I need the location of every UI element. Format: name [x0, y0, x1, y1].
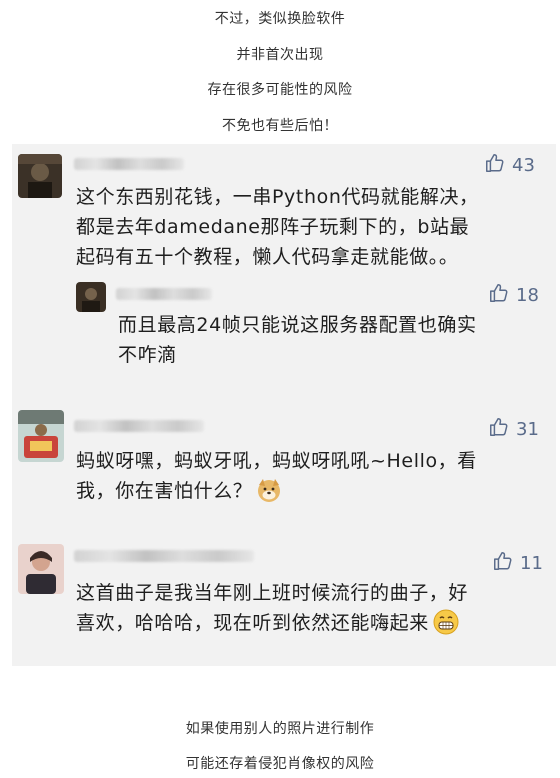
outro-line-2: 可能还存着侵犯肖像权的风险 [185, 756, 375, 772]
like-count: 43 [512, 155, 535, 176]
username-blurred[interactable] [74, 158, 184, 170]
avatar[interactable] [18, 410, 64, 462]
comment-text: 而且最高24帧只能说这服务器配置也确实 不咋滴 [118, 314, 477, 366]
intro-line-4: 不免也有些后怕！ [222, 118, 338, 134]
username-blurred[interactable] [116, 288, 212, 300]
doge-emoji-icon [256, 477, 282, 512]
outro-line-1: 如果使用别人的照片进行制作 [185, 721, 375, 737]
intro-line-2: 并非首次出现 [236, 47, 324, 63]
comment-text: 蚂蚁呀嘿，蚂蚁牙吼，蚂蚁呀吼吼~Hello，看 我，你在害怕什么？ [76, 446, 477, 512]
like-button[interactable]: 11 [492, 550, 543, 577]
username-blurred[interactable] [74, 420, 204, 432]
like-button[interactable]: 31 [488, 416, 539, 443]
username-blurred[interactable] [74, 550, 254, 562]
comment-text: 这首曲子是我当年刚上班时候流行的曲子，好 喜欢，哈哈哈，现在听到依然还能嗨起来 [76, 578, 468, 644]
thumbs-up-icon [492, 550, 514, 577]
like-button[interactable]: 43 [484, 152, 535, 179]
avatar[interactable] [18, 544, 64, 594]
comments-screenshot: 43 这个东西别花钱，一串Python代码就能解决， 都是去年damedane那… [12, 144, 556, 666]
like-button[interactable]: 18 [488, 282, 539, 309]
like-count: 18 [516, 285, 539, 306]
like-count: 11 [520, 553, 543, 574]
intro-line-3: 存在很多可能性的风险 [207, 82, 353, 98]
like-count: 31 [516, 419, 539, 440]
avatar[interactable] [76, 282, 106, 312]
thumbs-up-icon [488, 282, 510, 309]
grin-emoji-icon [433, 609, 459, 644]
intro-line-1: 不过，类似换脸软件 [214, 11, 346, 27]
avatar[interactable] [18, 154, 62, 198]
thumbs-up-icon [484, 152, 506, 179]
comment-text: 这个东西别花钱，一串Python代码就能解决， 都是去年damedane那阵子玩… [76, 186, 479, 268]
thumbs-up-icon [488, 416, 510, 443]
